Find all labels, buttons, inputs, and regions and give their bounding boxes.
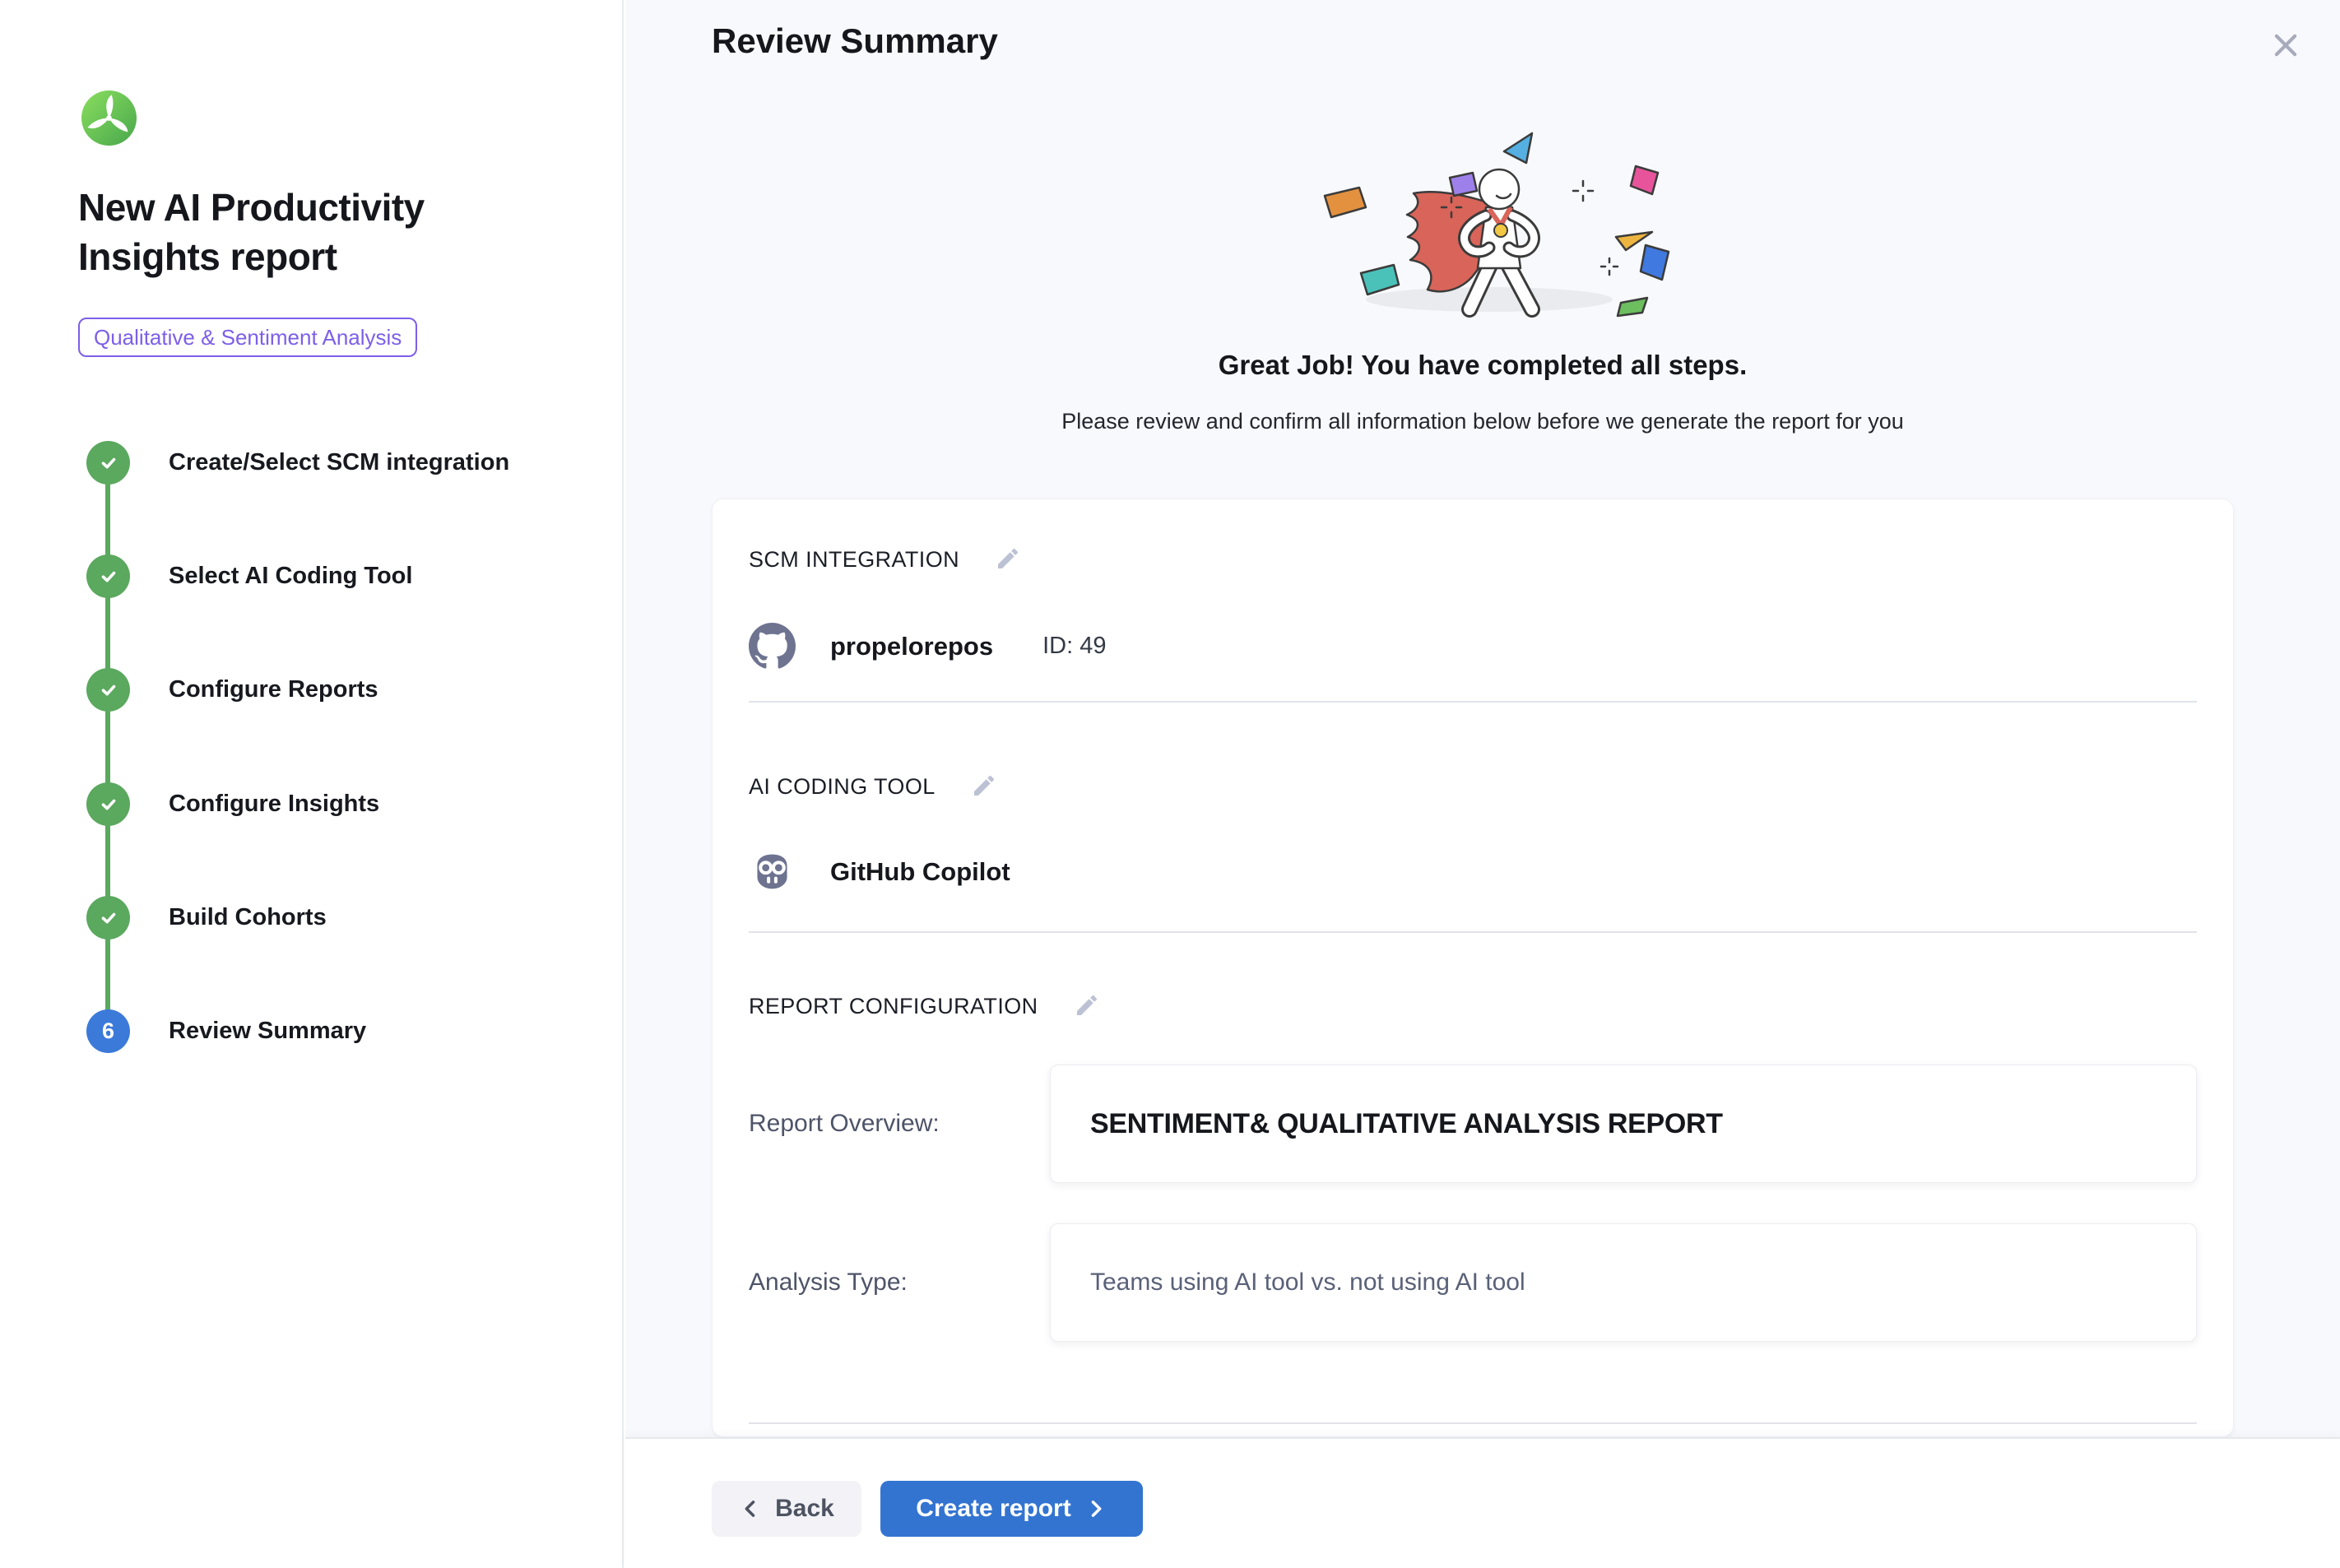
report-overview-value-card: SENTIMENT& QUALITATIVE ANALYSIS REPORT (1050, 1065, 2197, 1183)
back-button[interactable]: Back (712, 1481, 861, 1537)
sidebar: New AI Productivity Insights report Qual… (0, 0, 624, 1568)
back-button-label: Back (775, 1495, 834, 1523)
step-number-badge: 6 (86, 1009, 130, 1053)
edit-report-config-icon[interactable] (1073, 992, 1101, 1020)
celebration-illustration (1293, 115, 1672, 329)
github-copilot-icon (749, 848, 796, 895)
analysis-type-value: Teams using AI tool vs. not using AI too… (1090, 1269, 1525, 1297)
step-check-icon (86, 441, 130, 485)
scm-integration-id: ID: 49 (1042, 633, 1106, 660)
create-report-button[interactable]: Create report (880, 1481, 1143, 1537)
app-window: New AI Productivity Insights report Qual… (0, 0, 2340, 1568)
step-3-configure-reports[interactable]: Configure Reports (86, 668, 378, 712)
report-overview-label: Report Overview: (749, 1110, 1050, 1138)
edit-scm-icon[interactable] (994, 545, 1022, 573)
section-divider (749, 701, 2197, 703)
step-label: Build Cohorts (169, 904, 327, 931)
scm-integration-row: propelorepos ID: 49 (749, 623, 2197, 670)
congrats-title: Great Job! You have completed all steps. (625, 350, 2340, 381)
propeller-logo (81, 90, 137, 146)
ai-tool-row: GitHub Copilot (749, 848, 2197, 895)
ai-tool-name: GitHub Copilot (830, 857, 1010, 887)
page-title: Review Summary (712, 21, 998, 61)
report-overview-row: Report Overview: SENTIMENT& QUALITATIVE … (749, 1065, 2197, 1183)
stepper-connector (105, 462, 110, 1031)
analysis-type-row: Analysis Type: Teams using AI tool vs. n… (749, 1223, 2197, 1342)
step-label: Configure Insights (169, 791, 379, 818)
report-config-section-label: REPORT CONFIGURATION (749, 994, 1038, 1019)
step-check-icon (86, 896, 130, 939)
edit-ai-tool-icon[interactable] (970, 772, 998, 800)
chevron-right-icon (1084, 1497, 1107, 1520)
step-label: Select AI Coding Tool (169, 563, 412, 590)
step-label: Configure Reports (169, 676, 378, 703)
analysis-type-value-card: Teams using AI tool vs. not using AI too… (1050, 1223, 2197, 1342)
ai-tool-section-label: AI CODING TOOL (749, 774, 936, 800)
review-summary-card: SCM INTEGRATION propelorepos ID: 49 AI C… (712, 499, 2234, 1437)
analysis-type-label: Analysis Type: (749, 1269, 1050, 1297)
create-report-label: Create report (916, 1495, 1070, 1523)
scm-integration-name: propelorepos (830, 632, 993, 661)
main-panel: Review Summary (625, 0, 2340, 1437)
close-icon[interactable] (2266, 26, 2305, 66)
step-check-icon (86, 782, 130, 826)
step-1-create-select-scm[interactable]: Create/Select SCM integration (86, 441, 509, 485)
chevron-left-icon (739, 1497, 762, 1520)
step-4-configure-insights[interactable]: Configure Insights (86, 782, 379, 826)
section-divider (749, 931, 2197, 933)
congrats-subtitle: Please review and confirm all informatio… (625, 409, 2340, 434)
step-label: Create/Select SCM integration (169, 449, 509, 476)
scm-section-label: SCM INTEGRATION (749, 547, 959, 573)
wizard-title: New AI Productivity Insights report (78, 183, 527, 281)
step-5-build-cohorts[interactable]: Build Cohorts (86, 896, 327, 939)
report-overview-value: SENTIMENT& QUALITATIVE ANALYSIS REPORT (1090, 1108, 1723, 1140)
step-check-icon (86, 554, 130, 598)
step-6-review-summary[interactable]: 6 Review Summary (86, 1009, 366, 1053)
step-2-select-ai-tool[interactable]: Select AI Coding Tool (86, 554, 412, 598)
analysis-type-badge: Qualitative & Sentiment Analysis (78, 318, 417, 357)
step-label: Review Summary (169, 1018, 366, 1045)
step-check-icon (86, 668, 130, 712)
github-icon (749, 623, 796, 670)
section-divider (749, 1422, 2197, 1424)
wizard-footer: Back Create report (625, 1437, 2340, 1568)
